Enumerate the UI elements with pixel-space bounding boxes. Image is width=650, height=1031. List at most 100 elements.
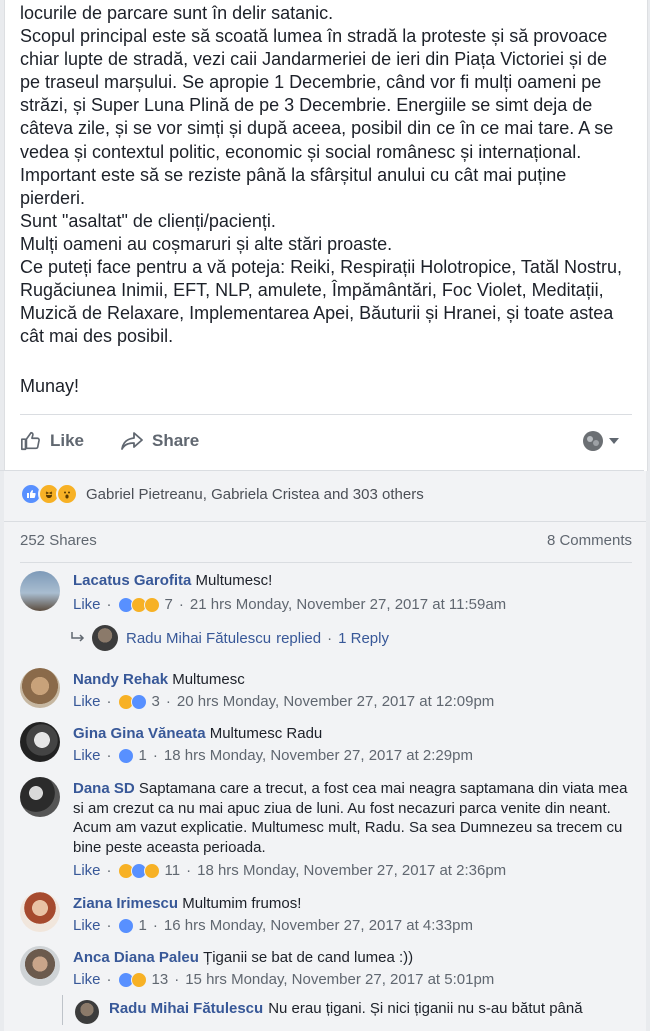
comment-author[interactable]: Anca Diana Paleu (73, 949, 199, 966)
post-line: Scopul principal este să scoată lumea în… (20, 26, 608, 47)
reaction-icons (117, 971, 147, 988)
comment-text: Multumesc Radu (209, 725, 323, 742)
post-line: străzi, și Super Luna Plină de pe 3 Dece… (20, 95, 593, 116)
comment-time[interactable]: 15 hrs Monday, November 27, 2017 at 5:01… (185, 971, 494, 988)
post-line: câteva zile, și se vor simți și după ace… (20, 118, 614, 139)
audience-selector[interactable] (582, 430, 628, 452)
reaction-count[interactable]: 1 (139, 747, 147, 764)
reaction-count[interactable]: 7 (165, 596, 173, 613)
avatar[interactable] (20, 722, 60, 762)
post-signature: Munay! (20, 376, 80, 396)
post-line: Important este să se reziste până la sfâ… (20, 164, 567, 185)
post-text: locurile de parcare sunt în delir satani… (20, 2, 635, 348)
comment-text: Multumesc (172, 671, 245, 688)
comment-text: Multumim frumos! (182, 895, 302, 912)
divider (20, 414, 632, 415)
shares-count[interactable]: 252 Shares (20, 532, 97, 549)
comment-author[interactable]: Lacatus Garofita (73, 572, 191, 589)
post-line: pierderi. (20, 187, 86, 208)
reply-thread-line (62, 995, 63, 1025)
comment-author[interactable]: Nandy Rehak (73, 671, 168, 688)
avatar[interactable] (75, 1000, 99, 1024)
share-label: Share (152, 431, 200, 450)
comment-body: Anca Diana Paleu Țiganii se bat de cand … (73, 948, 633, 968)
comment-like-link[interactable]: Like (73, 693, 101, 710)
reply-author[interactable]: Radu Mihai Fătulescu (126, 630, 271, 647)
comment-like-link[interactable]: Like (73, 747, 101, 764)
post-line: Muzică de Relaxare, Implementarea Apei, … (20, 303, 614, 324)
nested-reply: Radu Mihai Fătulescu Nu erau țigani. Și … (75, 1000, 583, 1024)
globe-avatar-icon (583, 431, 603, 451)
comment-time[interactable]: 20 hrs Monday, November 27, 2017 at 12:0… (177, 693, 494, 710)
post-line: Mulți oameni au coșmaruri și alte stări … (20, 233, 393, 254)
reply-action: replied (276, 629, 322, 647)
reply-arrow-icon (71, 632, 85, 642)
post-line: locurile de parcare sunt în delir satani… (20, 3, 334, 23)
avatar[interactable] (20, 571, 60, 611)
avatar[interactable] (20, 946, 60, 986)
comment-text: Țiganii se bat de cand lumea :)) (203, 949, 414, 966)
comment-meta: Like · 7 · 21 hrs Monday, November 27, 2… (73, 596, 507, 613)
avatar[interactable] (20, 892, 60, 932)
comment-body: Lacatus Garofita Multumesc! (73, 571, 633, 591)
comment-author[interactable]: Dana SD (73, 780, 135, 797)
comment-time[interactable]: 18 hrs Monday, November 27, 2017 at 2:29… (164, 747, 473, 764)
comment-body: Dana SD Saptamana care a trecut, a fost … (73, 779, 633, 857)
comment-body: Nandy Rehak Multumesc (73, 670, 633, 690)
reaction-icons (117, 917, 134, 934)
post-line: pe traseul marșului. Se apropie 1 Decemb… (20, 72, 602, 93)
reply-author[interactable]: Radu Mihai Fătulescu (109, 1000, 263, 1017)
post-line: Sunt "asaltat" de clienți/pacienți. (20, 210, 276, 231)
reaction-icons (117, 693, 147, 710)
comment-author[interactable]: Gina Gina Văneata (73, 725, 206, 742)
comment-like-link[interactable]: Like (73, 862, 101, 879)
reaction-icons (117, 747, 134, 764)
comment-like-link[interactable]: Like (73, 596, 101, 613)
comment-like-link[interactable]: Like (73, 971, 101, 988)
reaction-icons (117, 862, 160, 879)
comment-meta: Like · 1 · 16 hrs Monday, November 27, 2… (73, 917, 473, 934)
comment-like-link[interactable]: Like (73, 917, 101, 934)
comment-time[interactable]: 16 hrs Monday, November 27, 2017 at 4:33… (164, 917, 473, 934)
reaction-count[interactable]: 3 (152, 693, 160, 710)
share-button[interactable]: Share (120, 430, 199, 452)
comment-body: Gina Gina Văneata Multumesc Radu (73, 724, 633, 744)
reply-text: Nu erau țigani. Și nici țiganii nu s-au … (268, 1000, 583, 1017)
reaction-names: Gabriel Pietreanu, Gabriela Cristea and … (86, 485, 424, 503)
comments-count[interactable]: 8 Comments (547, 532, 632, 549)
comment-time[interactable]: 18 hrs Monday, November 27, 2017 at 2:36… (197, 862, 506, 879)
like-button[interactable]: Like (20, 430, 84, 452)
comment-text: Saptamana care a trecut, a fost cea mai … (73, 780, 628, 856)
post-line: chiar lupte de stradă, vezi caii Jandarm… (20, 49, 607, 70)
comment-text: Multumesc! (195, 572, 273, 589)
post-line: Rugăciunea Inimii, EFT, NLP, amulete, Îm… (20, 280, 604, 301)
reaction-count[interactable]: 1 (139, 917, 147, 934)
comment-meta: Like · 13 · 15 hrs Monday, November 27, … (73, 971, 495, 988)
post-line: Ce puteți face pentru a vă poteja: Reiki… (20, 257, 622, 278)
reaction-count[interactable]: 13 (152, 971, 169, 988)
share-arrow-icon (121, 432, 143, 450)
comment-body: Ziana Irimescu Multumim frumos! (73, 894, 633, 914)
wow-reaction-icon (56, 483, 78, 505)
post-actions: Like Share (20, 424, 632, 460)
divider (4, 521, 646, 522)
post-line: cât mai des posibil. (20, 326, 174, 347)
reaction-count[interactable]: 11 (165, 862, 181, 879)
comment-meta: Like · 1 · 18 hrs Monday, November 27, 2… (73, 747, 473, 764)
avatar[interactable] (20, 777, 60, 817)
reaction-icons (117, 596, 160, 613)
reaction-summary[interactable]: Gabriel Pietreanu, Gabriela Cristea and … (20, 483, 424, 505)
reply-separator: · (327, 629, 333, 647)
avatar[interactable] (20, 668, 60, 708)
reply-summary[interactable]: Radu Mihai Fătulescu replied · 1 Reply (70, 625, 389, 651)
comment-time[interactable]: 21 hrs Monday, November 27, 2017 at 11:5… (190, 596, 506, 613)
divider (0, 470, 644, 471)
reply-count[interactable]: 1 Reply (338, 630, 389, 647)
divider (20, 562, 632, 563)
like-label: Like (50, 431, 85, 450)
comment-author[interactable]: Ziana Irimescu (73, 895, 178, 912)
post-line: vedea și contextul politic, economic și … (20, 141, 582, 162)
thumbs-up-icon (21, 431, 40, 451)
avatar[interactable] (92, 625, 118, 651)
comment-meta: Like · 11 · 18 hrs Monday, November 27, … (73, 862, 507, 879)
